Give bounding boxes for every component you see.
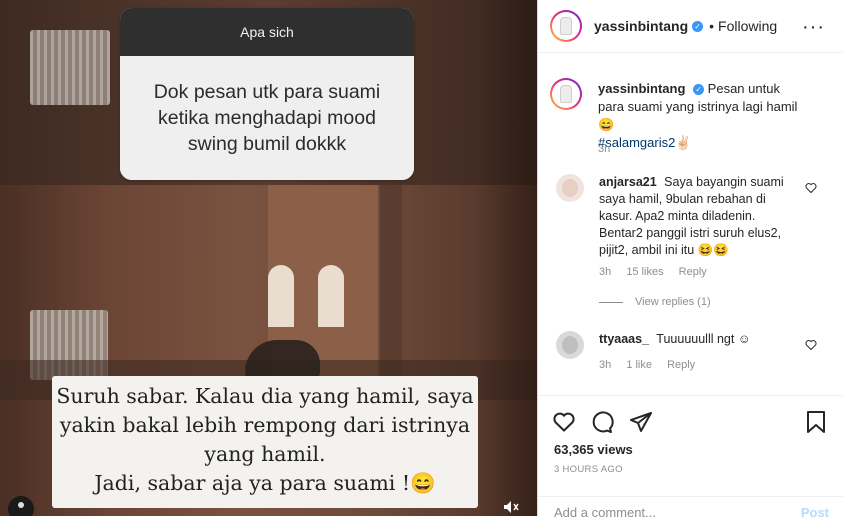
view-count[interactable]: 63,365 views: [554, 442, 633, 457]
comment-username[interactable]: ttyaaas_: [599, 332, 649, 346]
caption-time[interactable]: 3h: [598, 143, 610, 155]
comment-reply-button[interactable]: Reply: [679, 266, 707, 278]
scene-radiator: [30, 30, 110, 105]
action-buttons: [552, 410, 663, 436]
avatar[interactable]: [550, 10, 582, 42]
header-separator: •: [709, 18, 715, 34]
like-heart-icon[interactable]: [805, 182, 817, 194]
scene-shade: [477, 0, 537, 516]
verified-badge-icon: ✓: [693, 84, 705, 95]
answer-line: yang hamil.: [204, 442, 326, 466]
caption-text-block: yassinbintang ✓ Pesan untuk para suami y…: [598, 80, 798, 152]
scene-person: [245, 340, 320, 380]
question-sticker: Apa sich Dok pesan utk para suami ketika…: [120, 8, 414, 180]
comment-username[interactable]: anjarsa21: [599, 175, 657, 189]
answer-line: yakin bakal lebih rempong dari istrinya: [59, 413, 471, 437]
post-comment-button[interactable]: Post: [801, 505, 829, 520]
comment-text: Tuuuuuulll ngt ☺: [656, 332, 751, 346]
caption-username[interactable]: yassinbintang: [598, 81, 685, 96]
comment-time[interactable]: 3h: [599, 359, 611, 371]
comment-time[interactable]: 3h: [599, 266, 611, 278]
comment-bubble-icon[interactable]: [590, 410, 615, 434]
answer-line: Jadi, sabar aja ya para suami !😄: [94, 471, 436, 495]
speaker-muted-icon[interactable]: [503, 500, 519, 514]
view-replies-line: [599, 301, 623, 303]
comments-list[interactable]: yassinbintang ✓ Pesan untuk para suami y…: [538, 52, 843, 395]
more-options-icon[interactable]: ···: [802, 16, 825, 39]
verified-badge-icon: ✓: [692, 20, 704, 32]
comment-likes[interactable]: 1 like: [626, 359, 652, 371]
question-sticker-header: Apa sich: [120, 8, 414, 56]
post-actions-section: 63,365 views 3 HOURS AGO Add a comment..…: [538, 395, 843, 520]
post-sidebar: yassinbintang ✓ • Following ··· yassinbi…: [537, 0, 843, 520]
caption-hashtag[interactable]: #salamgaris2✌🏻: [598, 135, 692, 150]
add-comment-bar: Add a comment... Post: [538, 496, 843, 521]
avatar[interactable]: [550, 78, 582, 110]
question-line: swing bumil dokkk: [187, 133, 347, 155]
comment-meta: 3h 15 likes Reply: [599, 266, 719, 278]
comment-body: anjarsa21 Saya bayangin suami saya hamil…: [599, 174, 799, 259]
post-media-video[interactable]: Apa sich Dok pesan utk para suami ketika…: [0, 0, 537, 516]
header-username[interactable]: yassinbintang: [594, 18, 688, 34]
following-button[interactable]: Following: [718, 18, 777, 34]
question-line: ketika menghadapi mood: [158, 107, 376, 129]
scene-window: [268, 265, 294, 327]
view-replies-button[interactable]: View replies (1): [599, 296, 711, 308]
bookmark-icon[interactable]: [805, 410, 827, 434]
comment-avatar[interactable]: [556, 331, 584, 359]
answer-line: Suruh sabar. Kalau dia yang hamil, saya: [56, 384, 474, 408]
answer-text-box: Suruh sabar. Kalau dia yang hamil, saya …: [52, 376, 478, 508]
question-sticker-body: Dok pesan utk para suami ketika menghada…: [120, 56, 414, 180]
scene-wall-shadow: [380, 185, 402, 385]
tagged-user-icon[interactable]: [8, 496, 34, 516]
share-paper-plane-icon[interactable]: [629, 410, 653, 434]
scene-window: [318, 265, 344, 327]
comment-avatar[interactable]: [556, 174, 584, 202]
add-comment-input[interactable]: Add a comment...: [554, 505, 656, 520]
question-line: Dok pesan utk para suami: [153, 81, 381, 103]
comment-likes[interactable]: 15 likes: [626, 266, 663, 278]
comment-body: ttyaaas_ Tuuuuuulll ngt ☺: [599, 331, 799, 348]
comment-meta: 3h 1 like Reply: [599, 359, 707, 371]
view-replies-label: View replies (1): [635, 296, 711, 308]
like-heart-icon[interactable]: [805, 339, 817, 351]
like-heart-icon[interactable]: [552, 410, 576, 434]
post-caption: yassinbintang ✓ Pesan untuk para suami y…: [538, 52, 843, 170]
post-timestamp[interactable]: 3 HOURS AGO: [554, 464, 623, 475]
comment-reply-button[interactable]: Reply: [667, 359, 695, 371]
post-header: yassinbintang ✓ • Following ···: [538, 0, 843, 53]
